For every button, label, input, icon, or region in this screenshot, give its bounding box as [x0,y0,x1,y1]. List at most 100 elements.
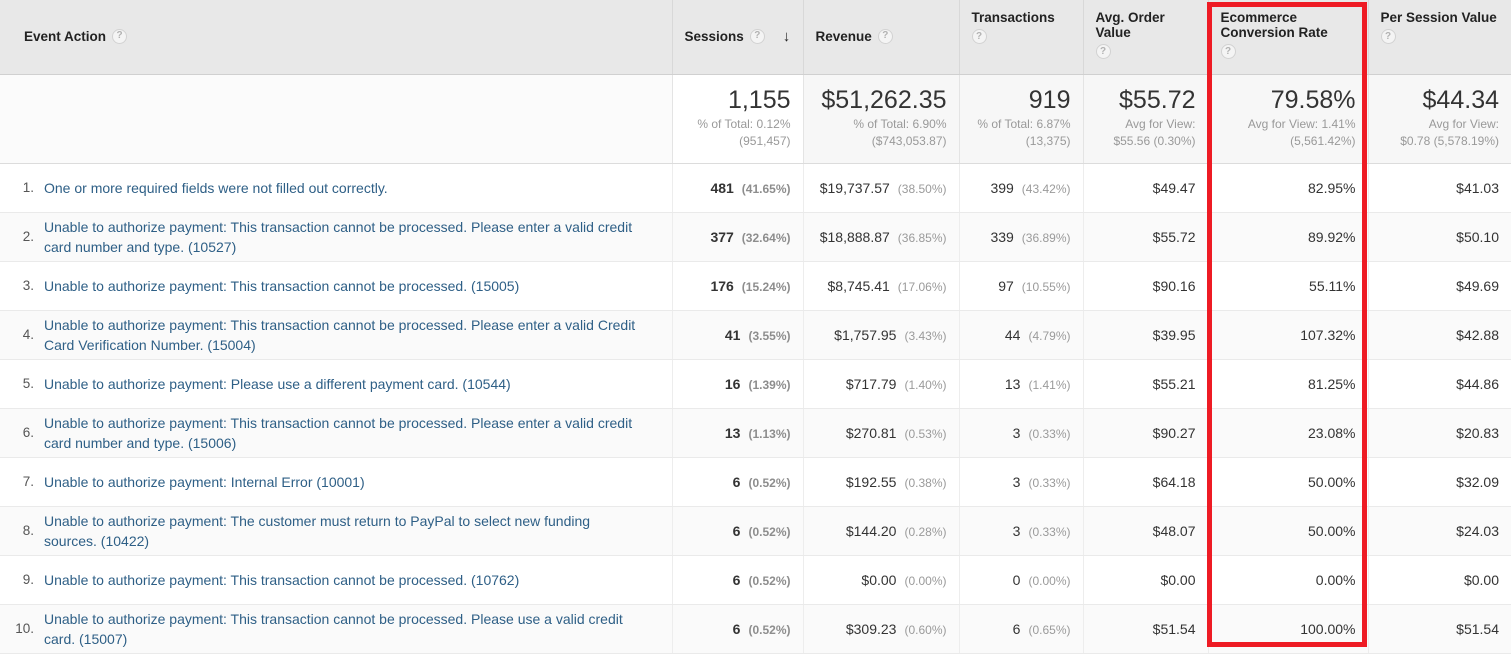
revenue-percent: (3.43%) [904,328,947,343]
revenue-value: $144.20 [845,522,897,539]
summary-revenue-value: $51,262.35 [821,85,947,114]
summary-transactions-pct: % of Total: 6.87% [977,116,1071,131]
psv-value: $44.86 [1456,375,1499,392]
help-icon-revenue[interactable]: ? [877,28,893,44]
cell-avg-order-value: $0.00 [1082,555,1208,605]
help-icon-per-session-value[interactable]: ? [1380,29,1396,44]
cell-event-action: 9. Unable to authorize payment: This tran… [0,555,672,605]
sessions-percent: (0.52%) [748,475,791,490]
ecr-value: 50.00% [1308,522,1356,539]
cell-sessions: 6 (0.52%) [671,604,803,654]
cell-transactions: 6 (0.65%) [958,604,1083,654]
cell-transactions: 399 (43.42%) [958,163,1083,213]
sessions-percent: (15.24%) [741,279,791,294]
cell-ecommerce-conversion-rate: 50.00% [1207,457,1368,507]
event-action-link[interactable]: Unable to authorize payment: This transa… [44,315,644,355]
column-header-revenue-label: Revenue [815,28,872,44]
column-header-sessions[interactable]: Sessions? ↓ [671,0,803,75]
transactions-value: 339 [990,228,1014,245]
cell-event-action: 4. Unable to authorize payment: This tran… [0,310,672,360]
cell-revenue: $19,737.57 (38.50%) [802,163,959,213]
sessions-percent: (41.65%) [741,181,791,196]
cell-avg-order-value: $90.16 [1082,261,1208,311]
column-header-event-action[interactable]: Event Action? [0,0,672,75]
column-header-ecommerce-conversion-rate[interactable]: Ecommerce Conversion Rate ? [1207,0,1368,75]
event-action-link[interactable]: One or more required fields were not fil… [44,178,388,198]
column-header-avg-order-value[interactable]: Avg. Order Value ? [1082,0,1208,75]
avg-order-value: $39.95 [1152,326,1196,343]
cell-sessions: 176 (15.24%) [671,261,803,311]
transactions-percent: (10.55%) [1021,279,1071,294]
cell-transactions: 339 (36.89%) [958,212,1083,262]
event-action-link[interactable]: Unable to authorize payment: This transa… [44,276,519,296]
revenue-percent: (0.53%) [904,426,947,441]
psv-value: $50.10 [1456,228,1499,245]
cell-per-session-value: $24.03 [1367,506,1511,556]
cell-avg-order-value: $55.72 [1082,212,1208,262]
cell-per-session-value: $44.86 [1367,359,1511,409]
transactions-percent: (0.33%) [1028,475,1071,490]
summary-transactions-total: (13,375) [1025,133,1071,148]
transactions-value: 3 [1012,473,1021,490]
help-icon-ecommerce-conversion-rate[interactable]: ? [1220,44,1236,59]
transactions-percent: (43.42%) [1021,181,1071,196]
column-header-transactions-label: Transactions [971,10,1055,25]
help-icon-event-action[interactable]: ? [112,28,128,44]
sort-descending-icon[interactable]: ↓ [783,29,791,44]
cell-revenue: $717.79 (1.40%) [802,359,959,409]
sessions-percent: (3.55%) [748,328,791,343]
revenue-value: $0.00 [861,571,897,588]
ecr-value: 55.11% [1309,277,1356,294]
table-row: 5. Unable to authorize payment: Please us… [0,359,1511,409]
cell-ecommerce-conversion-rate: 89.92% [1207,212,1368,262]
transactions-percent: (0.33%) [1028,426,1071,441]
summary-cell-per-session-value: $44.34 Avg for View: $0.78 (5,578.19%) [1367,74,1511,164]
summary-sessions-value: 1,155 [727,85,791,114]
row-index: 2. [22,229,34,244]
sessions-value: 13 [724,424,741,441]
summary-psv-value: $44.34 [1422,85,1499,114]
help-icon-transactions[interactable]: ? [971,29,987,44]
cell-ecommerce-conversion-rate: 0.00% [1207,555,1368,605]
analytics-table-screen: Event Action? Sessions? ↓ Revenue? Transa… [0,0,1511,657]
help-icon-avg-order-value[interactable]: ? [1095,44,1111,59]
summary-cell-ecommerce-conversion-rate: 79.58% Avg for View: 1.41% (5,561.42%) [1207,74,1368,164]
cell-per-session-value: $50.10 [1367,212,1511,262]
ecr-value: 0.00% [1315,571,1356,588]
event-action-link[interactable]: Unable to authorize payment: The custome… [44,511,644,551]
help-icon-sessions[interactable]: ? [749,28,765,44]
sessions-value: 6 [732,571,741,588]
event-action-link[interactable]: Unable to authorize payment: This transa… [44,217,644,257]
cell-transactions: 3 (0.33%) [958,457,1083,507]
event-action-link[interactable]: Unable to authorize payment: Internal Er… [44,472,365,492]
column-header-per-session-value[interactable]: Per Session Value ? [1367,0,1511,75]
psv-value: $49.69 [1456,277,1499,294]
event-action-link[interactable]: Unable to authorize payment: Please use … [44,374,511,394]
transactions-percent: (36.89%) [1021,230,1071,245]
transactions-value: 6 [1012,620,1021,637]
ecr-value: 23.08% [1308,424,1356,441]
event-action-link[interactable]: Unable to authorize payment: This transa… [44,570,519,590]
avg-order-value: $55.21 [1152,375,1196,392]
event-action-link[interactable]: Unable to authorize payment: This transa… [44,413,644,453]
cell-per-session-value: $32.09 [1367,457,1511,507]
table-row: 10. Unable to authorize payment: This tra… [0,604,1511,654]
cell-per-session-value: $41.03 [1367,163,1511,213]
summary-avg-order-avgline: Avg for View: [1125,116,1196,131]
table-row: 1. One or more required fields were not f… [0,163,1511,213]
event-action-link[interactable]: Unable to authorize payment: This transa… [44,609,644,649]
row-index: 4. [22,327,34,342]
table-row: 9. Unable to authorize payment: This tran… [0,555,1511,605]
psv-value: $42.88 [1456,326,1499,343]
cell-ecommerce-conversion-rate: 100.00% [1207,604,1368,654]
cell-transactions: 44 (4.79%) [958,310,1083,360]
column-header-revenue[interactable]: Revenue? [802,0,959,75]
avg-order-value: $90.16 [1152,277,1196,294]
row-index: 8. [22,523,34,538]
summary-cell-revenue: $51,262.35 % of Total: 6.90% ($743,053.8… [802,74,959,164]
cell-ecommerce-conversion-rate: 55.11% [1207,261,1368,311]
row-index: 5. [22,376,34,391]
revenue-value: $309.23 [845,620,897,637]
column-header-transactions[interactable]: Transactions ? [958,0,1083,75]
transactions-value: 3 [1012,522,1021,539]
